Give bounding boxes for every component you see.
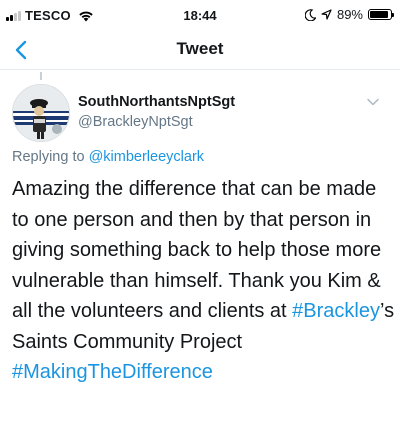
police-avatar-image: [13, 85, 69, 141]
replying-to-line: Replying to @kimberleeyclark: [12, 149, 204, 165]
author-display-name[interactable]: SouthNorthantsNptSgt: [78, 94, 235, 110]
nav-bar: Tweet: [0, 30, 400, 70]
chevron-down-icon[interactable]: [366, 97, 380, 107]
thread-connector-line: [40, 72, 42, 80]
author-handle[interactable]: @BrackleyNptSgt: [78, 114, 193, 130]
hashtag-brackley-link[interactable]: #Brackley: [292, 300, 380, 322]
replying-to-label: Replying to: [12, 149, 85, 165]
moon-icon: [304, 8, 316, 21]
tweet-text: Amazing the difference that can be made …: [12, 174, 397, 388]
reply-mention-link[interactable]: @kimberleeyclark: [89, 149, 204, 165]
hashtag-making-the-difference-link[interactable]: #MakingTheDifference: [12, 361, 213, 383]
status-bar: TESCO 18:44 89%: [0, 0, 400, 30]
avatar[interactable]: [12, 84, 70, 142]
location-arrow-icon: [321, 9, 332, 20]
battery-percent: 89%: [336, 7, 363, 22]
page-title: Tweet: [176, 39, 224, 58]
battery-icon: [368, 9, 394, 20]
status-right: 89%: [304, 7, 394, 22]
